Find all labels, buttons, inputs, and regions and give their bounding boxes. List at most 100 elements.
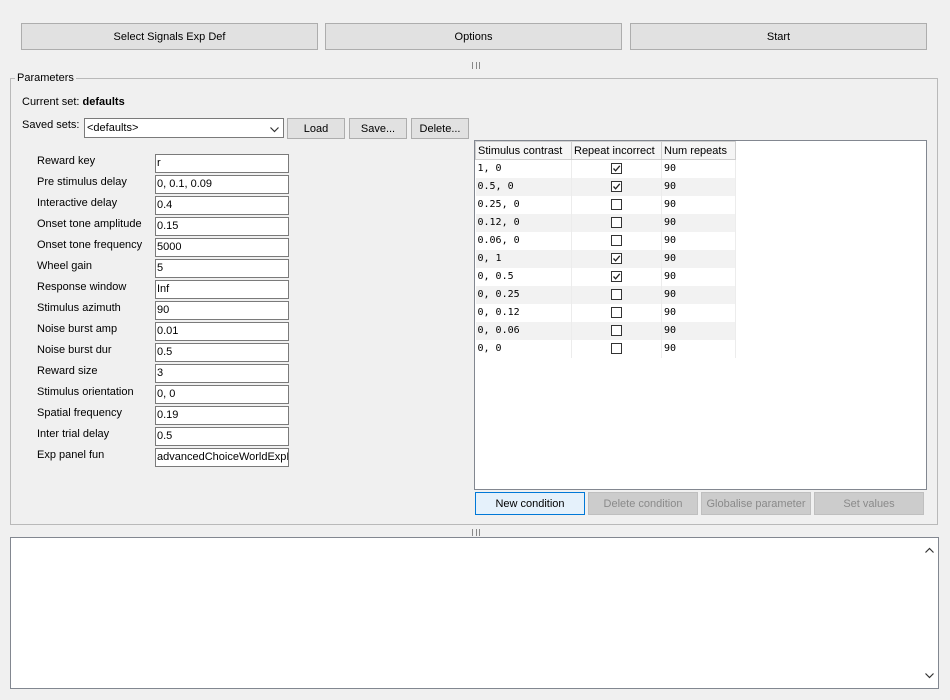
num-repeats-cell[interactable]: 90 <box>661 339 736 358</box>
current-set-value: defaults <box>82 96 125 108</box>
start-button[interactable]: Start <box>630 23 927 50</box>
stimulus-contrast-cell[interactable]: 0.06, 0 <box>475 231 572 250</box>
repeat-incorrect-checkbox[interactable] <box>611 342 622 354</box>
saved-sets-label: Saved sets: <box>22 119 80 131</box>
param-input[interactable]: 3 <box>155 364 289 383</box>
table-row[interactable]: 0.06, 0 90 <box>475 231 736 250</box>
stimulus-contrast-cell[interactable]: 1, 0 <box>475 159 572 178</box>
param-input[interactable]: 0.5 <box>155 343 289 362</box>
repeat-incorrect-cell <box>571 231 662 250</box>
num-repeats-cell[interactable]: 90 <box>661 285 736 304</box>
repeat-incorrect-checkbox[interactable] <box>611 216 622 228</box>
table-row[interactable]: 0.5, 0 90 <box>475 177 736 196</box>
param-input[interactable]: 0, 0.1, 0.09 <box>155 175 289 194</box>
table-row[interactable]: 0, 0.06 90 <box>475 321 736 340</box>
stimulus-contrast-cell[interactable]: 0.12, 0 <box>475 213 572 232</box>
table-row[interactable]: 0.12, 0 90 <box>475 213 736 232</box>
param-input[interactable]: 0.01 <box>155 322 289 341</box>
repeat-incorrect-checkbox[interactable] <box>611 198 622 210</box>
num-repeats-cell[interactable]: 90 <box>661 159 736 178</box>
table-row[interactable]: 0, 0.5 90 <box>475 267 736 286</box>
repeat-incorrect-checkbox[interactable] <box>611 252 622 264</box>
num-repeats-cell[interactable]: 90 <box>661 267 736 286</box>
conditions-table[interactable]: Stimulus contrast Repeat incorrect Num r… <box>474 140 927 490</box>
stimulus-contrast-cell[interactable]: 0, 0 <box>475 339 572 358</box>
param-input[interactable]: r <box>155 154 289 173</box>
select-signals-exp-def-button[interactable]: Select Signals Exp Def <box>21 23 318 50</box>
param-label: Onset tone frequency <box>37 239 143 251</box>
repeat-incorrect-checkbox[interactable] <box>611 270 622 282</box>
num-repeats-cell[interactable]: 90 <box>661 231 736 250</box>
chevron-down-icon[interactable] <box>925 670 934 682</box>
param-label: Pre stimulus delay <box>37 176 127 188</box>
stimulus-contrast-cell[interactable]: 0, 0.06 <box>475 321 572 340</box>
num-repeats-cell[interactable]: 90 <box>661 303 736 322</box>
parameters-title: Parameters <box>17 72 74 84</box>
repeat-incorrect-checkbox[interactable] <box>611 180 622 192</box>
saved-sets-dropdown[interactable]: <defaults> <box>84 118 284 138</box>
num-repeats-cell[interactable]: 90 <box>661 177 736 196</box>
column-header-repeat-incorrect[interactable]: Repeat incorrect <box>571 141 662 160</box>
param-input[interactable]: Inf <box>155 280 289 299</box>
globalise-parameter-button[interactable]: Globalise parameter <box>701 492 811 515</box>
param-input[interactable]: 0.5 <box>155 427 289 446</box>
param-label: Wheel gain <box>37 260 93 272</box>
set-values-button[interactable]: Set values <box>814 492 924 515</box>
log-output[interactable] <box>10 537 939 689</box>
repeat-incorrect-cell <box>571 195 662 214</box>
options-button[interactable]: Options <box>325 23 622 50</box>
param-input[interactable]: 5000 <box>155 238 289 257</box>
chevron-down-icon <box>270 124 279 136</box>
table-row[interactable]: 0, 0.25 90 <box>475 285 736 304</box>
num-repeats-cell[interactable]: 90 <box>661 195 736 214</box>
param-input[interactable]: 0, 0 <box>155 385 289 404</box>
repeat-incorrect-checkbox[interactable] <box>611 163 622 174</box>
delete-condition-button[interactable]: Delete condition <box>588 492 698 515</box>
table-row[interactable]: 0, 0.12 90 <box>475 303 736 322</box>
num-repeats-cell[interactable]: 90 <box>661 249 736 268</box>
stimulus-contrast-cell[interactable]: 0, 0.12 <box>475 303 572 322</box>
repeat-incorrect-checkbox[interactable] <box>611 234 622 246</box>
param-input[interactable]: advancedChoiceWorldExpP <box>155 448 289 467</box>
param-label: Stimulus orientation <box>37 386 134 398</box>
table-row[interactable]: 1, 0 90 <box>475 159 736 178</box>
current-set-caption: Current set: <box>22 96 80 108</box>
repeat-incorrect-checkbox[interactable] <box>611 306 622 318</box>
stimulus-contrast-cell[interactable]: 0, 1 <box>475 249 572 268</box>
new-condition-button[interactable]: New condition <box>475 492 585 515</box>
repeat-incorrect-cell <box>571 249 662 268</box>
save-button[interactable]: Save... <box>349 118 407 139</box>
param-input[interactable]: 0.4 <box>155 196 289 215</box>
param-input[interactable]: 5 <box>155 259 289 278</box>
splitter-grip-icon[interactable] <box>472 62 480 69</box>
param-input[interactable]: 0.15 <box>155 217 289 236</box>
column-header-num-repeats[interactable]: Num repeats <box>661 141 736 160</box>
splitter-grip-icon[interactable] <box>472 529 480 536</box>
param-input[interactable]: 0.19 <box>155 406 289 425</box>
repeat-incorrect-cell <box>571 159 662 178</box>
param-label: Stimulus azimuth <box>37 302 121 314</box>
table-row[interactable]: 0, 1 90 <box>475 249 736 268</box>
repeat-incorrect-checkbox[interactable] <box>611 288 622 300</box>
stimulus-contrast-cell[interactable]: 0, 0.25 <box>475 285 572 304</box>
repeat-incorrect-checkbox[interactable] <box>611 324 622 336</box>
param-label: Spatial frequency <box>37 407 122 419</box>
checkmark-icon <box>613 255 621 262</box>
column-header-stimulus-contrast[interactable]: Stimulus contrast <box>475 141 572 160</box>
table-header-row: Stimulus contrast Repeat incorrect Num r… <box>475 141 736 160</box>
load-button[interactable]: Load <box>287 118 345 139</box>
log-scrollbar[interactable] <box>921 538 938 688</box>
delete-button[interactable]: Delete... <box>411 118 469 139</box>
stimulus-contrast-cell[interactable]: 0.5, 0 <box>475 177 572 196</box>
param-label: Exp panel fun <box>37 449 105 461</box>
param-input[interactable]: 90 <box>155 301 289 320</box>
stimulus-contrast-cell[interactable]: 0.25, 0 <box>475 195 572 214</box>
param-label: Interactive delay <box>37 197 118 209</box>
num-repeats-cell[interactable]: 90 <box>661 321 736 340</box>
table-row[interactable]: 0.25, 0 90 <box>475 195 736 214</box>
param-label: Noise burst dur <box>37 344 112 356</box>
chevron-up-icon[interactable] <box>925 544 934 556</box>
table-row[interactable]: 0, 0 90 <box>475 339 736 358</box>
stimulus-contrast-cell[interactable]: 0, 0.5 <box>475 267 572 286</box>
num-repeats-cell[interactable]: 90 <box>661 213 736 232</box>
